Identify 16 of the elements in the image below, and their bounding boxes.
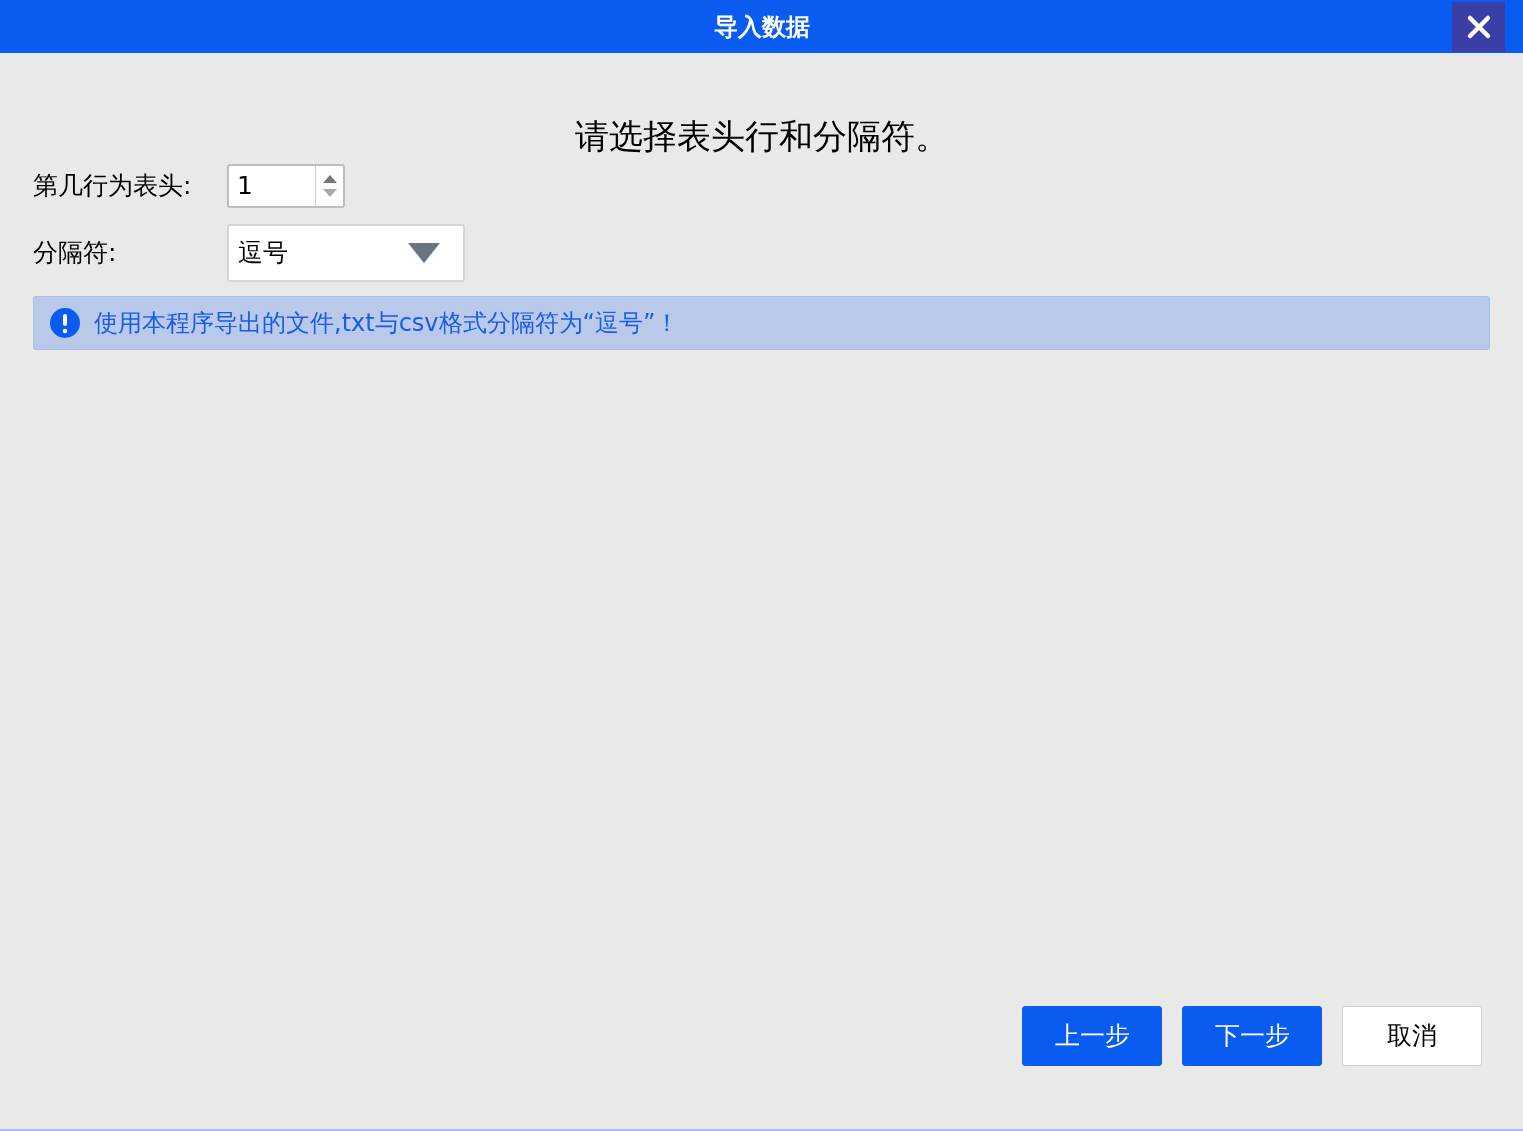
delimiter-dropdown[interactable]: 逗号 — [227, 224, 465, 282]
field-label: 分隔符: — [33, 237, 118, 270]
number-spinner[interactable]: 1 — [227, 164, 345, 208]
down-arrow-icon[interactable] — [322, 189, 337, 197]
wizard-button[interactable]: 取消 — [1342, 1006, 1482, 1066]
info-text: 使用本程序导出的文件,txt与csv格式分隔符为“逗号”！ — [94, 308, 680, 339]
exclamation-icon — [50, 308, 80, 338]
close-button[interactable] — [1452, 1, 1505, 52]
caret-icon — [408, 243, 440, 263]
wizard-button[interactable]: 下一步 — [1182, 1006, 1322, 1066]
heading: 请选择表头行和分隔符。 — [574, 115, 949, 158]
field-label: 第几行为表头: — [33, 170, 193, 203]
wizard-button[interactable]: 上一步 — [1022, 1006, 1162, 1066]
window-title: 导入数据 — [713, 11, 810, 43]
spinner-value: 1 — [236, 170, 254, 202]
up-arrow-icon[interactable] — [322, 175, 337, 183]
